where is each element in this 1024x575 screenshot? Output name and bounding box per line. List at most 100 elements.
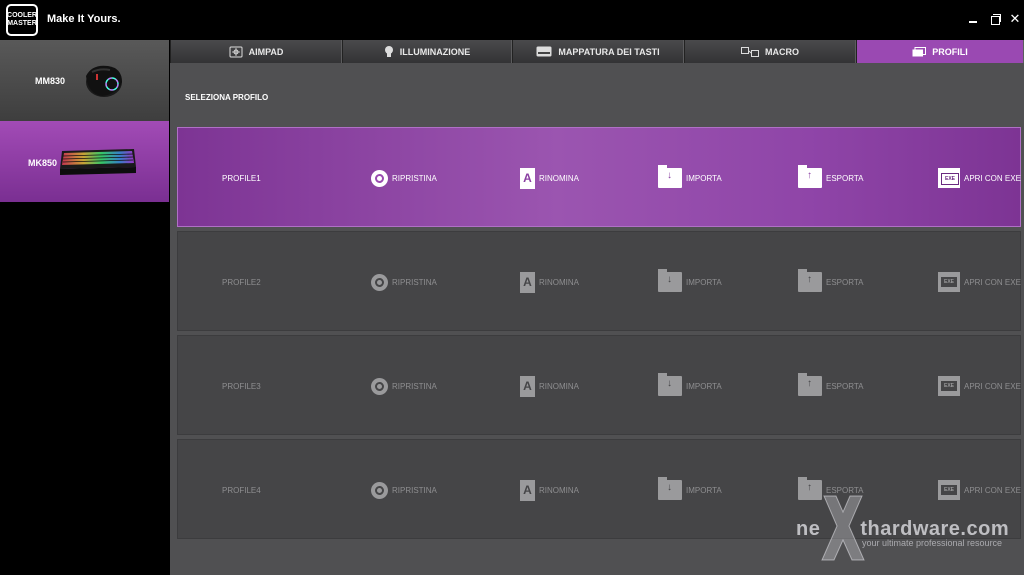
device-item-mk850[interactable]: MK850	[0, 121, 169, 202]
rename-icon: A	[520, 271, 535, 293]
tab-profili[interactable]: PROFILI	[856, 40, 1024, 63]
import-folder-icon: ↓	[658, 165, 682, 188]
restore-label: RIPRISTINA	[392, 277, 437, 287]
device-name: MM830	[35, 76, 66, 86]
profile-name: PROFILE1	[222, 174, 261, 183]
tab-mappatura-dei-tasti[interactable]: MAPPATURA DEI TASTI	[512, 40, 684, 63]
export-label: ESPORTA	[826, 381, 864, 391]
mouse-icon	[86, 65, 122, 97]
rename-button[interactable]: A RINOMINA	[520, 375, 579, 397]
export-button[interactable]: ↑ ESPORTA	[798, 477, 864, 501]
import-button[interactable]: ↓ IMPORTA	[658, 269, 722, 293]
open-exe-label: APRI CON EXE	[964, 173, 1021, 183]
tab-illuminazione[interactable]: ILLUMINAZIONE	[342, 40, 512, 63]
import-folder-icon: ↓	[658, 477, 682, 500]
macro-icon	[741, 46, 759, 57]
export-button[interactable]: ↑ ESPORTA	[798, 165, 864, 189]
tab-aimpad[interactable]: AIMPAD	[170, 40, 342, 63]
tab-label: ILLUMINAZIONE	[399, 46, 471, 57]
profile-name: PROFILE2	[222, 278, 261, 287]
logo-text-line1: COOLER	[7, 12, 37, 19]
import-button[interactable]: ↓ IMPORTA	[658, 477, 722, 501]
rename-button[interactable]: A RINOMINA	[520, 271, 579, 293]
profile-row-4[interactable]: PROFILE4 RIPRISTINA A RINOMINA ↓ IMPORTA…	[177, 439, 1021, 539]
maximize-button[interactable]	[988, 12, 1002, 26]
tab-macro[interactable]: MACRO	[684, 40, 856, 63]
import-label: IMPORTA	[686, 277, 722, 287]
device-sidebar: MM830 MK850	[0, 40, 170, 575]
exe-icon	[938, 168, 960, 188]
cooler-master-logo: COOLER MASTER	[6, 4, 38, 36]
restore-icon	[371, 273, 388, 291]
minimize-button[interactable]	[966, 12, 980, 26]
rename-icon: A	[520, 167, 535, 189]
restore-button[interactable]: RIPRISTINA	[371, 479, 437, 501]
tab-label: PROFILI	[932, 46, 968, 57]
rename-label: RINOMINA	[539, 381, 579, 391]
restore-icon	[371, 169, 388, 187]
open-exe-button[interactable]: APRI CON EXE	[938, 479, 1021, 501]
section-title: SELEZIONA PROFILO	[185, 93, 269, 102]
export-label: ESPORTA	[826, 173, 864, 183]
restore-label: RIPRISTINA	[392, 485, 437, 495]
open-exe-label: APRI CON EXE	[964, 485, 1021, 495]
open-exe-button[interactable]: APRI CON EXE	[938, 271, 1021, 293]
keyboard-icon	[536, 46, 552, 57]
export-button[interactable]: ↑ ESPORTA	[798, 373, 864, 397]
export-folder-icon: ↑	[798, 373, 822, 396]
restore-button[interactable]: RIPRISTINA	[371, 375, 437, 397]
export-folder-icon: ↑	[798, 269, 822, 292]
tab-label: MACRO	[765, 46, 799, 57]
restore-label: RIPRISTINA	[392, 173, 437, 183]
rename-label: RINOMINA	[539, 277, 579, 287]
open-exe-label: APRI CON EXE	[964, 277, 1021, 287]
import-button[interactable]: ↓ IMPORTA	[658, 373, 722, 397]
restore-button[interactable]: RIPRISTINA	[371, 167, 437, 189]
import-folder-icon: ↓	[658, 373, 682, 396]
profile-icon	[912, 46, 927, 56]
rename-icon: A	[520, 375, 535, 397]
exe-icon	[938, 480, 960, 500]
open-exe-label: APRI CON EXE	[964, 381, 1021, 391]
device-item-mm830[interactable]: MM830	[0, 40, 169, 121]
restore-label: RIPRISTINA	[392, 381, 437, 391]
rename-label: RINOMINA	[539, 173, 579, 183]
close-button[interactable]: ✕	[1008, 12, 1022, 26]
open-exe-button[interactable]: APRI CON EXE	[938, 167, 1021, 189]
import-label: IMPORTA	[686, 485, 722, 495]
aimpad-icon	[229, 46, 243, 57]
app-tagline: Make It Yours.	[47, 13, 121, 25]
tab-label: MAPPATURA DEI TASTI	[558, 46, 660, 57]
export-label: ESPORTA	[826, 485, 864, 495]
profile-name: PROFILE4	[222, 486, 261, 495]
rename-icon: A	[520, 479, 535, 501]
export-label: ESPORTA	[826, 277, 864, 287]
rename-button[interactable]: A RINOMINA	[520, 167, 579, 189]
import-button[interactable]: ↓ IMPORTA	[658, 165, 722, 189]
profile-row-3[interactable]: PROFILE3 RIPRISTINA A RINOMINA ↓ IMPORTA…	[177, 335, 1021, 435]
restore-button[interactable]: RIPRISTINA	[371, 271, 437, 293]
keyboard-icon	[60, 149, 136, 175]
restore-icon	[371, 481, 388, 499]
title-bar: COOLER MASTER Make It Yours. ✕	[0, 0, 1024, 40]
profile-name: PROFILE3	[222, 382, 261, 391]
logo-text-line2: MASTER	[7, 20, 37, 27]
tab-label: AIMPAD	[248, 46, 284, 57]
export-button[interactable]: ↑ ESPORTA	[798, 269, 864, 293]
profile-row-2[interactable]: PROFILE2 RIPRISTINA A RINOMINA ↓ IMPORTA…	[177, 231, 1021, 331]
rename-button[interactable]: A RINOMINA	[520, 479, 579, 501]
tab-bar: AIMPAD ILLUMINAZIONE MAPPATURA DEI TASTI…	[170, 40, 1024, 63]
bulb-icon	[384, 46, 393, 57]
main-panel: AIMPAD ILLUMINAZIONE MAPPATURA DEI TASTI…	[170, 40, 1024, 575]
device-name: MK850	[28, 158, 58, 168]
open-exe-button[interactable]: APRI CON EXE	[938, 375, 1021, 397]
restore-icon	[371, 377, 388, 395]
import-label: IMPORTA	[686, 173, 722, 183]
import-folder-icon: ↓	[658, 269, 682, 292]
exe-icon	[938, 272, 960, 292]
profile-row-1[interactable]: PROFILE1 RIPRISTINA A RINOMINA ↓ IMPORTA…	[177, 127, 1021, 227]
import-label: IMPORTA	[686, 381, 722, 391]
rename-label: RINOMINA	[539, 485, 579, 495]
exe-icon	[938, 376, 960, 396]
export-folder-icon: ↑	[798, 477, 822, 500]
